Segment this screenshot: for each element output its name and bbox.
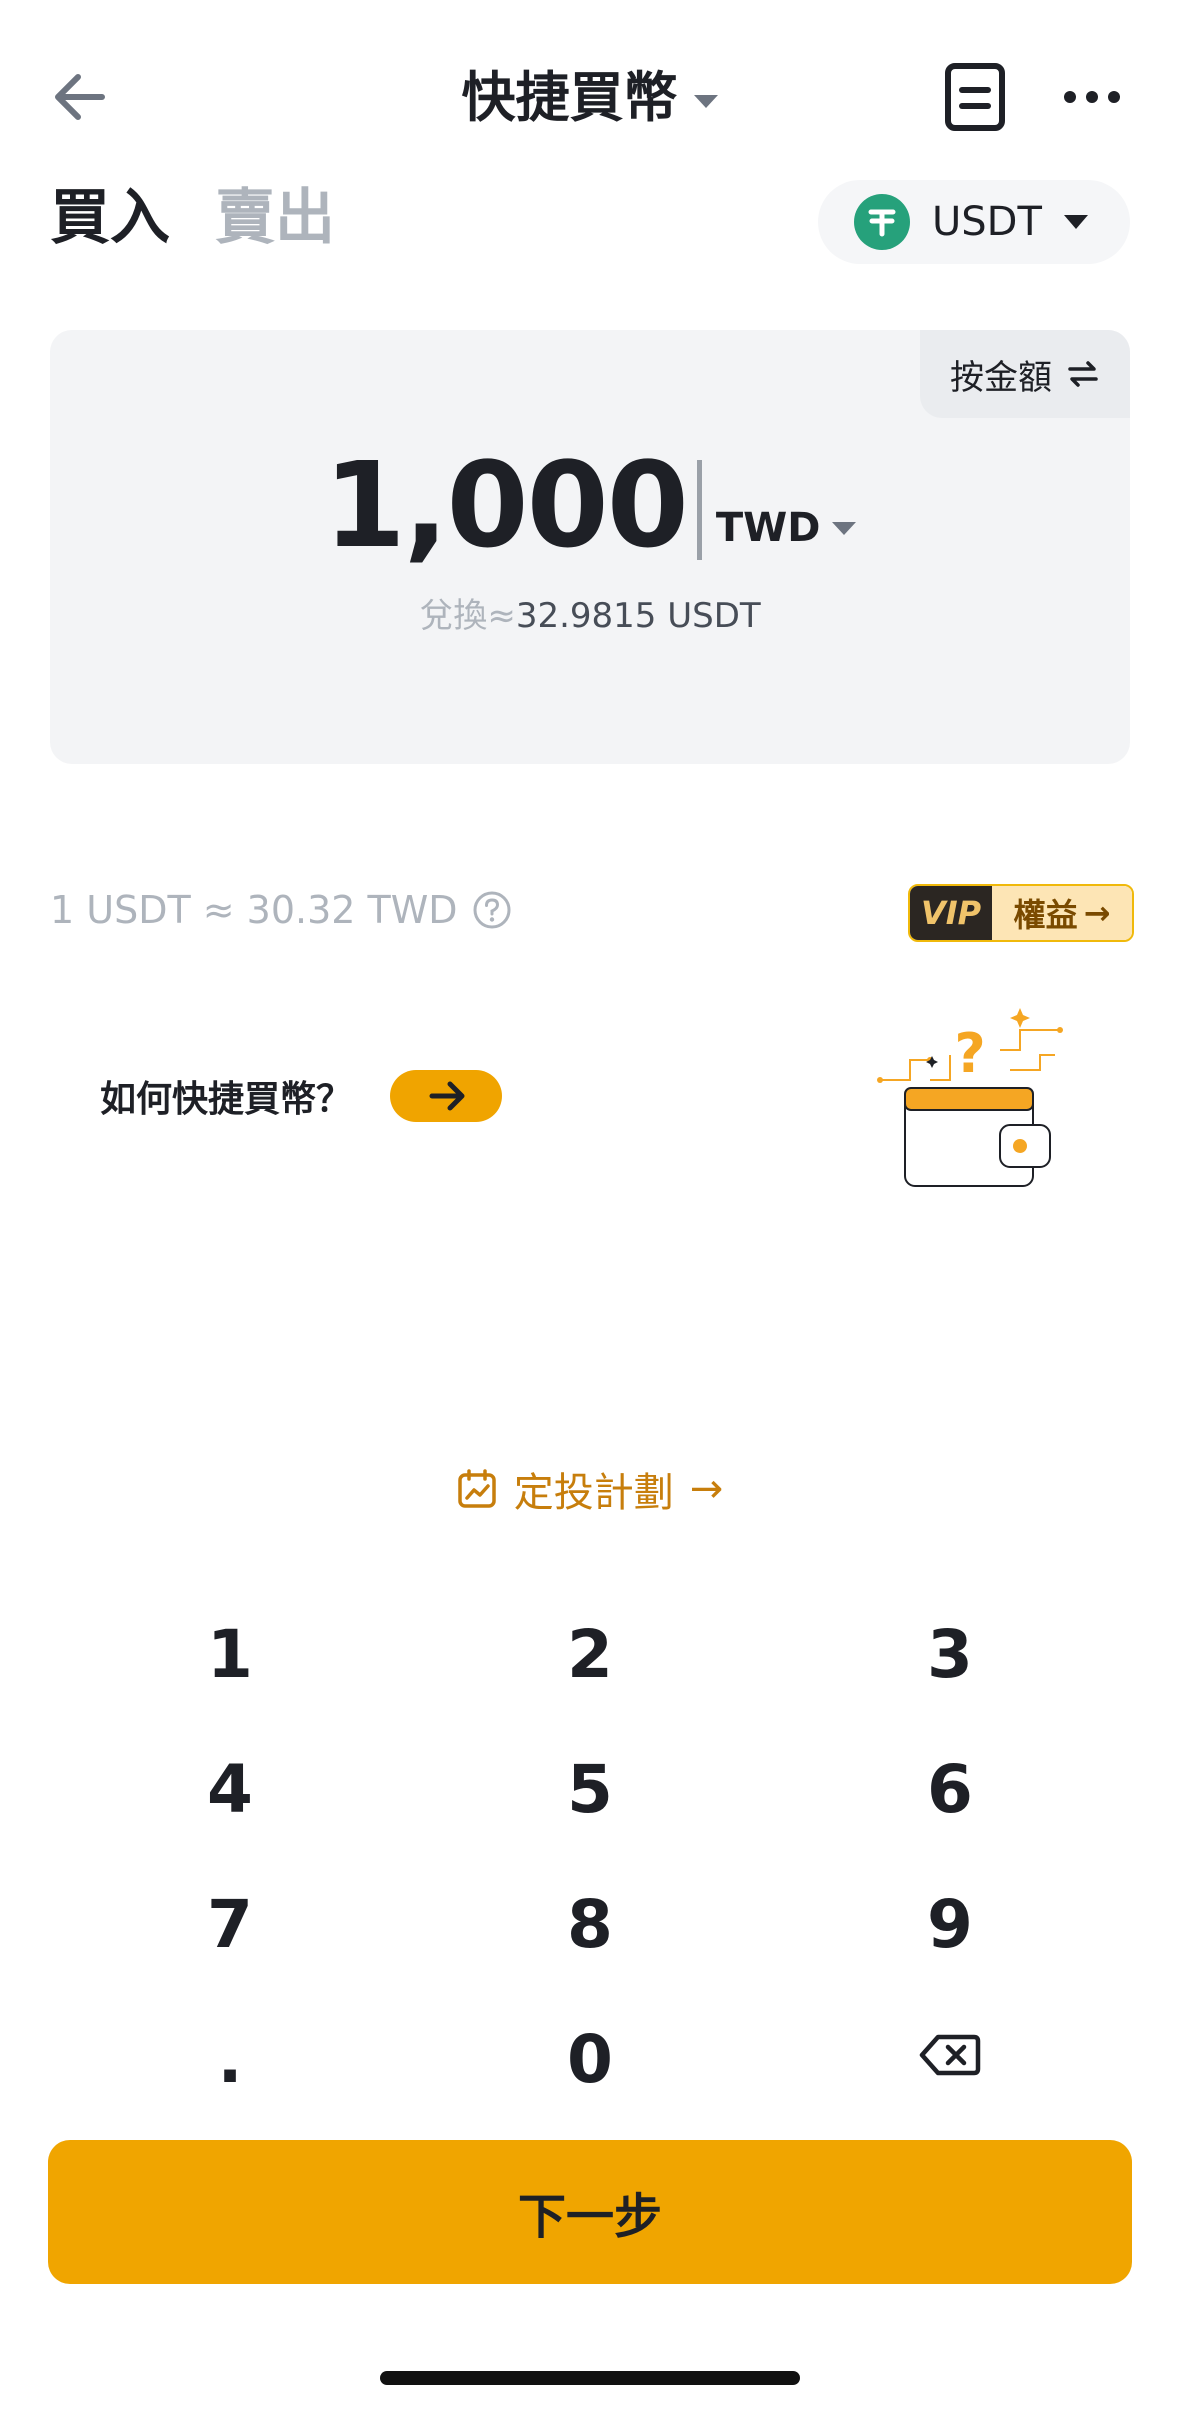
- arrow-right-icon: →: [1083, 894, 1111, 932]
- more-dots-icon: [1064, 91, 1120, 103]
- key-3[interactable]: 3: [830, 1595, 1070, 1715]
- dca-plan-label: 定投計劃: [513, 1470, 674, 1516]
- amount-card: 按金額 1,000 TWD 兌換≈32.9815 USDT: [50, 330, 1130, 764]
- exchange-rate: 1 USDT ≈ 30.32 TWD: [50, 880, 512, 940]
- key-7[interactable]: 7: [110, 1865, 350, 1985]
- backspace-icon: [919, 2034, 981, 2076]
- arrow-right-icon: →: [689, 1466, 724, 1512]
- vip-label: VIP: [910, 886, 992, 940]
- tab-sell[interactable]: 賣出: [215, 178, 335, 258]
- arrow-right-icon: [429, 1081, 465, 1111]
- question-circle-icon[interactable]: [472, 890, 512, 930]
- fiat-currency-label: TWD: [715, 505, 821, 551]
- conversion-label: 兌換≈: [419, 596, 516, 636]
- key-8[interactable]: 8: [470, 1865, 710, 1985]
- tab-buy[interactable]: 買入: [50, 178, 170, 258]
- howto-label: 如何快捷買幣？: [100, 1079, 353, 1120]
- amount-mode-label: 按金額: [950, 357, 1052, 398]
- tether-icon: [854, 194, 910, 250]
- conversion-estimate: 兌換≈32.9815 USDT: [50, 588, 1130, 637]
- vip-benefits-badge[interactable]: VIP 權益 →: [908, 884, 1134, 942]
- key-2[interactable]: 2: [470, 1595, 710, 1715]
- order-list-icon: [945, 63, 1005, 131]
- coin-selector[interactable]: USDT: [818, 180, 1130, 264]
- exchange-rate-text: 1 USDT ≈ 30.32 TWD: [50, 888, 458, 932]
- key-4[interactable]: 4: [110, 1730, 350, 1850]
- text-cursor: [696, 460, 702, 560]
- fiat-currency-selector[interactable]: TWD: [716, 508, 857, 548]
- wallet-question-illustration: ?: [877, 1008, 1063, 1187]
- calendar-chart-icon: [457, 1469, 496, 1508]
- key-0[interactable]: 0: [470, 2000, 710, 2120]
- key-5[interactable]: 5: [470, 1730, 710, 1850]
- next-step-label: 下一步: [517, 2189, 662, 2245]
- next-step-button[interactable]: 下一步: [48, 2140, 1132, 2284]
- chevron-down-icon: [832, 521, 857, 535]
- dca-plan-link[interactable]: 定投計劃 →: [0, 1460, 1179, 1518]
- more-options-button[interactable]: [1062, 72, 1122, 122]
- swap-icon: [1068, 361, 1098, 387]
- coin-symbol: USDT: [932, 199, 1042, 245]
- key-9[interactable]: 9: [830, 1865, 1070, 1985]
- key-backspace[interactable]: [830, 1995, 1070, 2115]
- howto-button[interactable]: [390, 1070, 502, 1122]
- caret-down-icon: [1063, 215, 1088, 229]
- key-1[interactable]: 1: [110, 1595, 350, 1715]
- amount-mode-toggle[interactable]: 按金額: [920, 330, 1130, 418]
- svg-text:?: ?: [954, 1022, 985, 1085]
- chevron-down-icon: [693, 94, 718, 108]
- conversion-value: 32.9815 USDT: [515, 596, 761, 636]
- key-decimal[interactable]: .: [110, 2000, 350, 2120]
- amount-input[interactable]: 1,000: [324, 440, 689, 570]
- home-indicator[interactable]: [380, 2371, 800, 2385]
- key-6[interactable]: 6: [830, 1730, 1070, 1850]
- order-history-button[interactable]: [940, 60, 1010, 134]
- page-title: 快捷買幣: [461, 66, 678, 129]
- vip-benefits-label: 權益: [1013, 896, 1078, 934]
